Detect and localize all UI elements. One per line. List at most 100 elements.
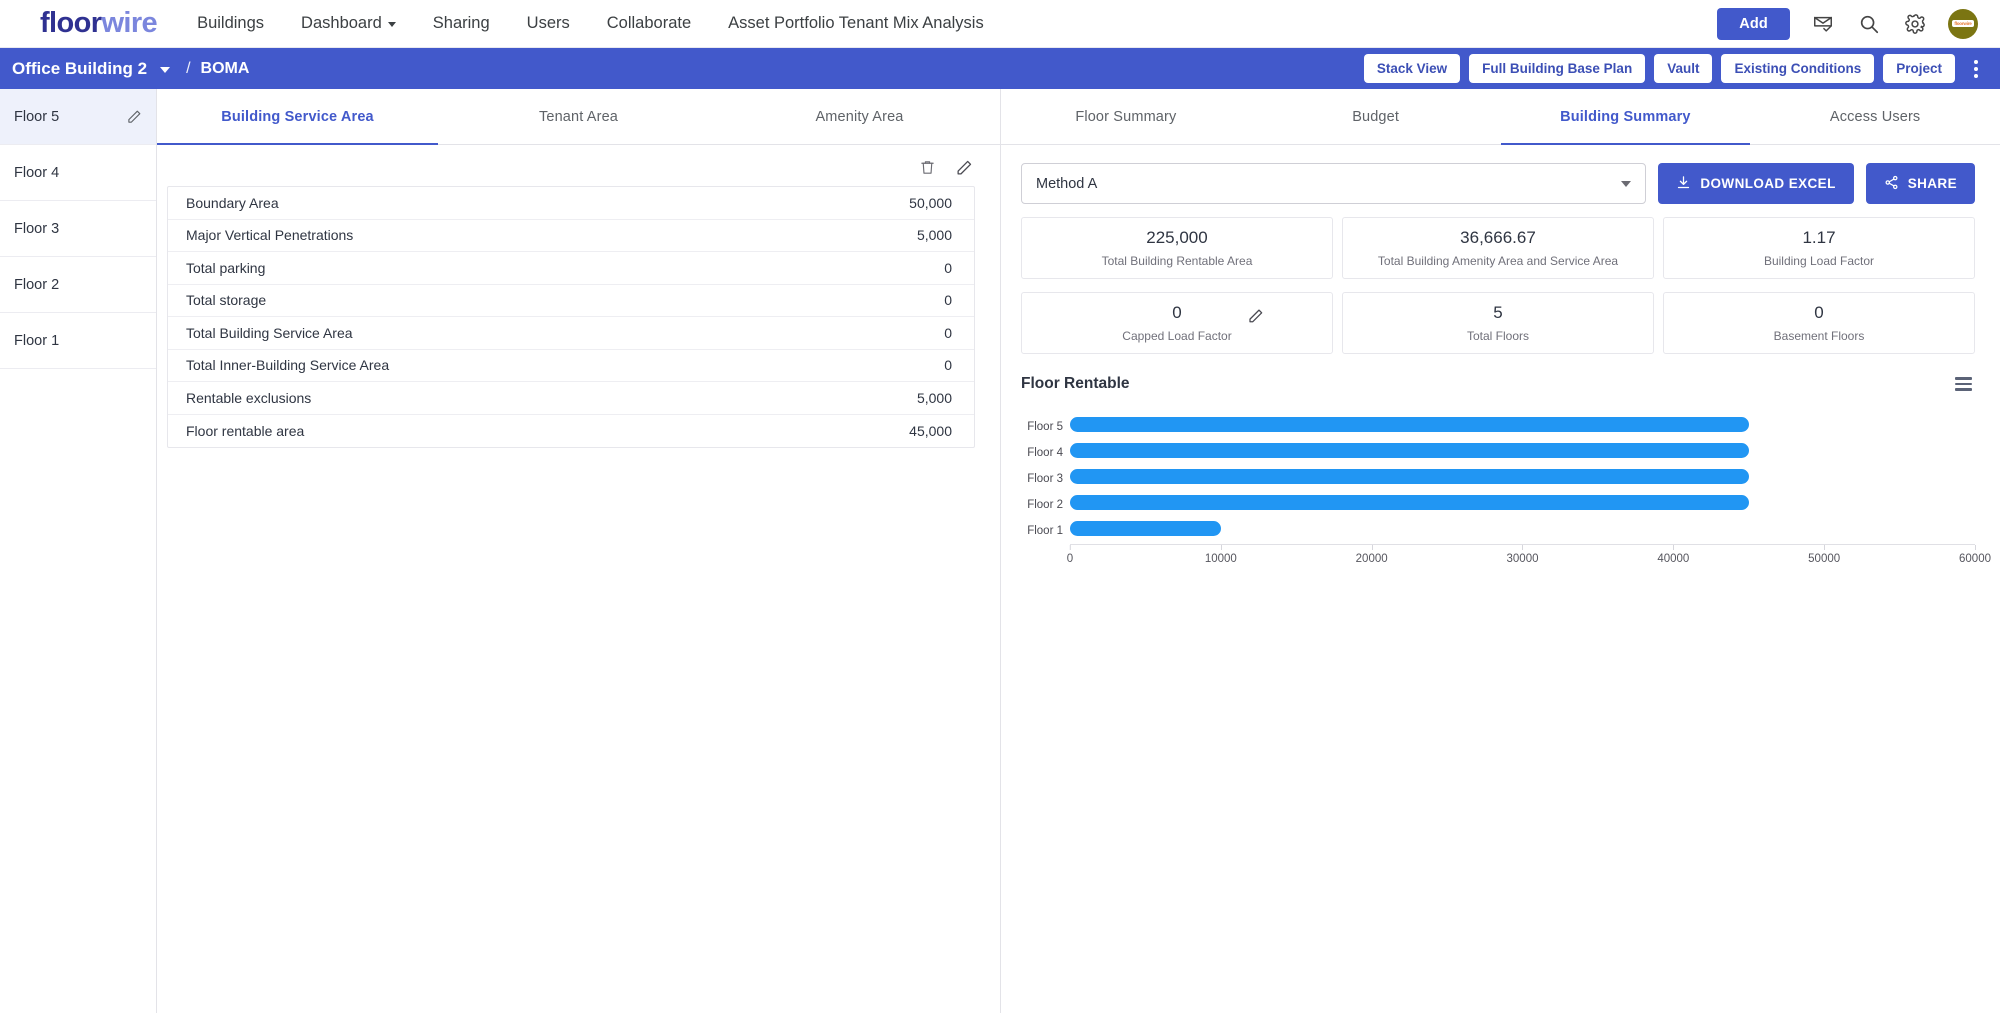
chart-bar-row: Floor 5	[1021, 414, 1975, 440]
stat-value: 1.17	[1802, 228, 1836, 247]
nav-label: Dashboard	[301, 14, 382, 32]
row-value: 5,000	[916, 227, 952, 244]
brand-text-primary: floor	[40, 7, 102, 39]
trash-icon[interactable]	[919, 159, 936, 176]
sidebar-item-floor-3[interactable]: Floor 3	[0, 201, 156, 257]
tab-access-users[interactable]: Access Users	[1750, 89, 2000, 144]
table-row[interactable]: Total Inner-Building Service Area 0	[168, 350, 974, 382]
floor-rentable-chart: Floor 5 Floor 4 Floor 3 Floor 2 Floor 1 0 100…	[1021, 414, 1991, 572]
floors-sidebar: Floor 5 Floor 4 Floor 3 Floor 2 Floor 1	[0, 89, 157, 1013]
table-row[interactable]: Total Building Service Area 0	[168, 317, 974, 350]
row-value: 5,000	[916, 389, 952, 406]
tab-floor-summary[interactable]: Floor Summary	[1001, 89, 1251, 144]
stat-card-basement-floors: 0 Basement Floors	[1663, 292, 1975, 354]
tab-tenant-area[interactable]: Tenant Area	[438, 89, 719, 144]
brand-logo[interactable]: floorwire	[10, 7, 158, 40]
stat-label: Total Building Amenity Area and Service …	[1377, 254, 1619, 268]
stat-card-capped-load-factor: 0 Capped Load Factor	[1021, 292, 1333, 354]
more-options-icon[interactable]	[1968, 56, 1984, 82]
nav-item-users[interactable]: Users	[527, 14, 570, 33]
chart-bar[interactable]	[1070, 468, 1749, 484]
floor-label: Floor 1	[14, 332, 60, 349]
summary-controls: Method A DOWNLOAD EXCEL SHARE	[1021, 163, 1975, 204]
chart-menu-icon[interactable]	[1952, 374, 1975, 394]
full-building-base-plan-button[interactable]: Full Building Base Plan	[1469, 54, 1646, 83]
sidebar-item-floor-2[interactable]: Floor 2	[0, 257, 156, 313]
edit-pencil-icon[interactable]	[956, 159, 973, 176]
chart-bar[interactable]	[1070, 416, 1749, 432]
mail-check-icon[interactable]	[1810, 11, 1836, 37]
download-excel-button[interactable]: DOWNLOAD EXCEL	[1658, 163, 1854, 204]
chart-bar-row: Floor 1	[1021, 518, 1975, 544]
table-row[interactable]: Floor rentable area 45,000	[168, 415, 974, 448]
nav-item-asset-portfolio-tenant-mix-analysis[interactable]: Asset Portfolio Tenant Mix Analysis	[728, 14, 984, 33]
nav-label: Users	[526, 14, 570, 32]
add-button[interactable]: Add	[1717, 7, 1790, 40]
chart-bar[interactable]	[1070, 494, 1749, 510]
chart-x-tick: 20000	[1356, 544, 1388, 565]
stat-value: 0	[1814, 303, 1824, 322]
tab-label: Tenant Area	[538, 108, 619, 125]
share-button[interactable]: SHARE	[1865, 163, 1975, 204]
nav-item-buildings[interactable]: Buildings	[197, 14, 264, 33]
chevron-down-icon[interactable]	[160, 67, 171, 73]
table-row[interactable]: Total parking 0	[168, 252, 974, 285]
existing-conditions-button[interactable]: Existing Conditions	[1721, 54, 1875, 83]
vault-button[interactable]: Vault	[1654, 54, 1713, 83]
tab-building-service-area[interactable]: Building Service Area	[157, 89, 438, 145]
sidebar-item-floor-5[interactable]: Floor 5	[0, 89, 156, 145]
edit-pencil-icon[interactable]	[1248, 308, 1264, 324]
tab-building-summary[interactable]: Building Summary	[1500, 89, 1751, 145]
chart-bar-row: Floor 3	[1021, 466, 1975, 492]
stat-card-total-floors: 5 Total Floors	[1342, 292, 1654, 354]
sidebar-item-floor-4[interactable]: Floor 4	[0, 145, 156, 201]
nav-label: Collaborate	[606, 14, 692, 32]
chart-bars: Floor 5 Floor 4 Floor 3 Floor 2 Floor 1	[1021, 414, 1975, 544]
tab-label: Budget	[1352, 108, 1400, 125]
nav-actions: Add floorwire	[1717, 7, 1978, 40]
table-row[interactable]: Rentable exclusions 5,000	[168, 382, 974, 415]
stat-card-total-building-rentable-area: 225,000 Total Building Rentable Area	[1021, 217, 1333, 279]
project-button[interactable]: Project	[1883, 54, 1955, 83]
edit-pencil-icon[interactable]	[127, 109, 142, 124]
row-value: 0	[944, 292, 952, 309]
tab-label: Building Summary	[1560, 108, 1691, 125]
chart-category-label: Floor 5	[1027, 420, 1063, 433]
table-row[interactable]: Boundary Area 50,000	[168, 187, 974, 220]
chart-category-label: Floor 3	[1027, 472, 1063, 485]
chart-bar-row: Floor 4	[1021, 440, 1975, 466]
stack-view-button[interactable]: Stack View	[1363, 54, 1461, 83]
tab-label: Access Users	[1829, 108, 1921, 125]
breadcrumb-building[interactable]: Office Building 2	[12, 59, 147, 79]
gear-icon[interactable]	[1902, 11, 1928, 37]
top-navigation-bar: floorwire Buildings Dashboard Sharing Us…	[0, 0, 2000, 48]
row-value: 50,000	[909, 194, 952, 211]
stat-value: 225,000	[1146, 228, 1208, 247]
stat-value: 36,666.67	[1460, 228, 1536, 247]
chart-bar[interactable]	[1070, 442, 1749, 458]
avatar-label: floorwire	[1952, 20, 1974, 27]
sidebar-item-floor-1[interactable]: Floor 1	[0, 313, 156, 369]
search-icon[interactable]	[1856, 11, 1882, 37]
chevron-down-icon	[1621, 180, 1632, 187]
floor-label: Floor 4	[14, 164, 60, 181]
tab-amenity-area[interactable]: Amenity Area	[719, 89, 1000, 144]
table-row[interactable]: Total storage 0	[168, 285, 974, 317]
area-table-toolbar	[157, 145, 1000, 186]
summary-panel: Floor Summary Budget Building Summary Ac…	[1001, 89, 2000, 1013]
table-row[interactable]: Major Vertical Penetrations 5,000	[168, 220, 974, 252]
chevron-down-icon	[387, 22, 396, 27]
row-value: 45,000	[909, 422, 952, 439]
download-icon	[1676, 175, 1691, 193]
tab-budget[interactable]: Budget	[1251, 89, 1501, 144]
breadcrumb-bar: Office Building 2 / BOMA Stack View Full…	[0, 48, 2000, 89]
method-select[interactable]: Method A	[1021, 163, 1647, 204]
nav-item-sharing[interactable]: Sharing	[433, 14, 490, 33]
nav-label: Asset Portfolio Tenant Mix Analysis	[728, 14, 984, 32]
summary-body: Method A DOWNLOAD EXCEL SHARE 225,000 To…	[1001, 145, 2000, 572]
chart-bar[interactable]	[1070, 520, 1221, 536]
user-avatar[interactable]: floorwire	[1948, 8, 1978, 39]
row-label: Total storage	[186, 292, 267, 309]
nav-item-collaborate[interactable]: Collaborate	[607, 14, 691, 33]
nav-item-dashboard[interactable]: Dashboard	[301, 14, 396, 33]
